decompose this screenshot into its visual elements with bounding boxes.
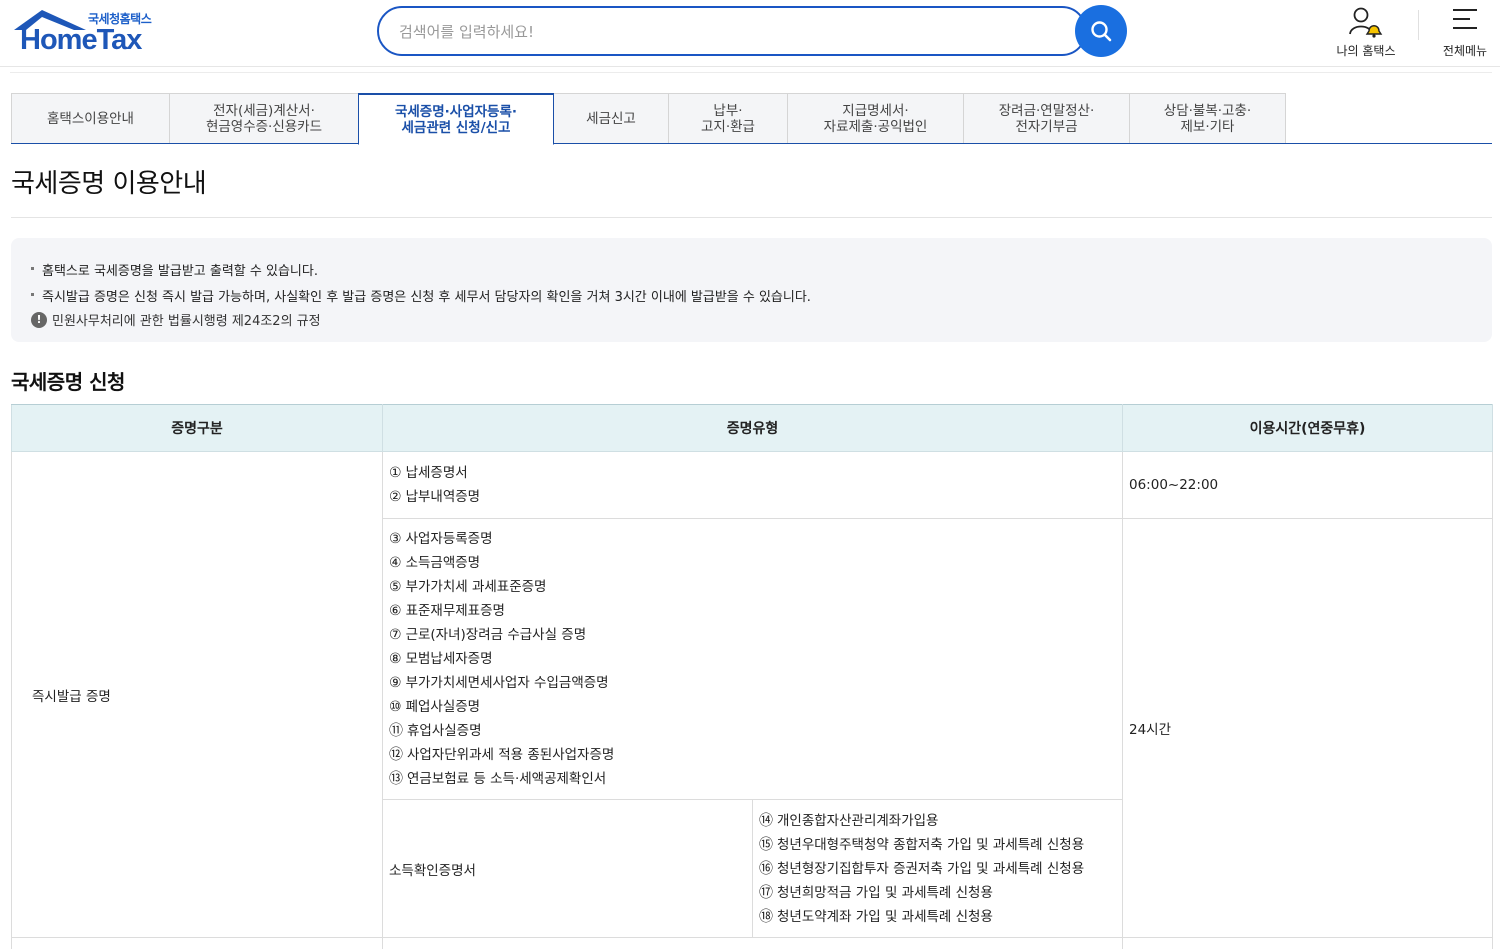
table-row: 즉시발급 증명 ① 납세증명서 ② 납부내역증명 06:00~22:00	[11, 451, 1493, 938]
search-icon	[1091, 21, 1112, 42]
tab-incentive[interactable]: 장려금·연말정산· 전자기부금	[963, 93, 1130, 143]
my-hometax-button[interactable]: 나의 홈택스	[1326, 4, 1406, 62]
col-header-time: 이용시간(연중무휴)	[1122, 404, 1493, 452]
logo-title: HomeTax	[20, 24, 142, 56]
search-button[interactable]	[1075, 5, 1127, 57]
list-item[interactable]: ⑮ 청년우대형주택청약 종합저축 가입 및 과세특례 신청용	[759, 833, 1116, 857]
list-item[interactable]: ⑧ 모범납세자증명	[389, 647, 1116, 671]
type-cell: ① 납세증명서 ② 납부내역증명	[382, 451, 1123, 519]
header: 국세청홈택스 HomeTax 나의 홈택스 전체메뉴	[0, 0, 1500, 67]
list-item[interactable]: ③ 사업자등록증명	[389, 527, 1116, 551]
list-item[interactable]: ⑯ 청년형장기집합투자 증권저축 가입 및 과세특례 신청용	[759, 857, 1116, 881]
info-note: ! 민원사무처리에 관한 법률시행령 제24조2의 규정	[31, 310, 321, 329]
list-item[interactable]: ⑤ 부가가치세 과세표준증명	[389, 575, 1116, 599]
info-line-1: 홈택스로 국세증명을 발급받고 출력할 수 있습니다.	[31, 260, 318, 279]
list-item[interactable]: ⑫ 사업자단위과세 적용 종된사업자증명	[389, 743, 1116, 767]
list-item[interactable]: ⑦ 근로(자녀)장려금 수급사실 증명	[389, 623, 1116, 647]
list-item[interactable]: ⑭ 개인종합자산관리계좌가입용	[759, 809, 1116, 833]
list-item[interactable]: ② 납부내역증명	[389, 485, 1116, 509]
hamburger-menu-icon	[1453, 9, 1477, 29]
info-note-text: 민원사무처리에 관한 법률시행령 제24조2의 규정	[52, 314, 321, 329]
main-tabs: 홈택스이용안내 전자(세금)계산서· 현금영수증·신용카드 국세증명·사업자등록…	[11, 93, 1492, 145]
header-separator	[1418, 10, 1419, 40]
col-header-category: 증명구분	[11, 404, 383, 452]
title-divider	[11, 217, 1492, 218]
header-divider	[10, 72, 1492, 73]
all-menu-label: 전체메뉴	[1442, 44, 1488, 58]
search-input[interactable]	[399, 20, 1059, 44]
tab-certificate[interactable]: 국세증명·사업자등록· 세금관련 신청/신고	[358, 93, 554, 145]
table-cell	[1122, 937, 1493, 949]
info-text-1: 홈택스로 국세증명을 발급받고 출력할 수 있습니다.	[42, 264, 318, 279]
bullet-icon	[31, 267, 34, 270]
list-item[interactable]: ⑥ 표준재무제표증명	[389, 599, 1116, 623]
list-item[interactable]: ⑰ 청년희망적금 가입 및 과세특례 신청용	[759, 881, 1116, 905]
table-cell	[11, 937, 383, 949]
my-hometax-label: 나의 홈택스	[1336, 44, 1396, 58]
bullet-icon	[31, 293, 34, 296]
info-text-2: 즉시발급 증명은 신청 즉시 발급 가능하며, 사실확인 후 발급 증명은 신청…	[42, 290, 811, 305]
list-item[interactable]: ⑩ 폐업사실증명	[389, 695, 1116, 719]
info-box: 홈택스로 국세증명을 발급받고 출력할 수 있습니다. 즉시발급 증명은 신청 …	[11, 238, 1492, 342]
hometax-logo[interactable]: 국세청홈택스 HomeTax	[10, 6, 170, 58]
search-box	[377, 6, 1087, 56]
list-item[interactable]: ⑬ 연금보험료 등 소득·세액공제확인서	[389, 767, 1116, 791]
list-item[interactable]: ⑨ 부가가치세면세사업자 수입금액증명	[389, 671, 1116, 695]
tab-e-invoice[interactable]: 전자(세금)계산서· 현금영수증·신용카드	[169, 93, 359, 143]
list-item[interactable]: ⑪ 휴업사실증명	[389, 719, 1116, 743]
exclamation-icon: !	[31, 311, 47, 328]
income-cert-label-cell: 소득확인증명서	[382, 799, 753, 938]
col-header-type: 증명유형	[382, 404, 1123, 452]
type-cell: ③ 사업자등록증명 ④ 소득금액증명 ⑤ 부가가치세 과세표준증명 ⑥ 표준재무제표증명…	[382, 518, 1123, 800]
list-item[interactable]: ⑱ 청년도약계좌 가입 및 과세특례 신청용	[759, 905, 1116, 929]
table-row	[11, 937, 1493, 949]
section-title: 국세증명 신청	[11, 370, 125, 394]
table-cell	[382, 937, 1123, 949]
list-item[interactable]: ④ 소득금액증명	[389, 551, 1116, 575]
user-bell-icon	[1349, 7, 1383, 38]
certificate-table: 증명구분 증명유형 이용시간(연중무휴) 즉시발급 증명 ① 납세증명서 ② 납부내…	[11, 404, 1493, 949]
time-cell: 24시간	[1122, 518, 1493, 938]
category-cell: 즉시발급 증명	[11, 451, 383, 938]
tab-hometax-guide[interactable]: 홈택스이용안내	[11, 93, 170, 143]
table-header-row: 증명구분 증명유형 이용시간(연중무휴)	[11, 404, 1493, 452]
time-cell: 06:00~22:00	[1122, 451, 1493, 519]
type-cell: ⑭ 개인종합자산관리계좌가입용 ⑮ 청년우대형주택청약 종합저축 가입 및 과세특례…	[752, 799, 1123, 938]
page-title: 국세증명 이용안내	[11, 169, 207, 199]
all-menu-button[interactable]: 전체메뉴	[1432, 4, 1498, 62]
tab-consult[interactable]: 상담·불복·고충· 제보·기타	[1129, 93, 1286, 143]
list-item[interactable]: ① 납세증명서	[389, 461, 1116, 485]
info-line-2: 즉시발급 증명은 신청 즉시 발급 가능하며, 사실확인 후 발급 증명은 신청…	[31, 286, 811, 305]
tab-payment[interactable]: 납부· 고지·환급	[668, 93, 788, 143]
tab-payment-statement[interactable]: 지급명세서· 자료제출·공익법인	[787, 93, 964, 143]
tab-tax-filing[interactable]: 세금신고	[553, 93, 669, 143]
